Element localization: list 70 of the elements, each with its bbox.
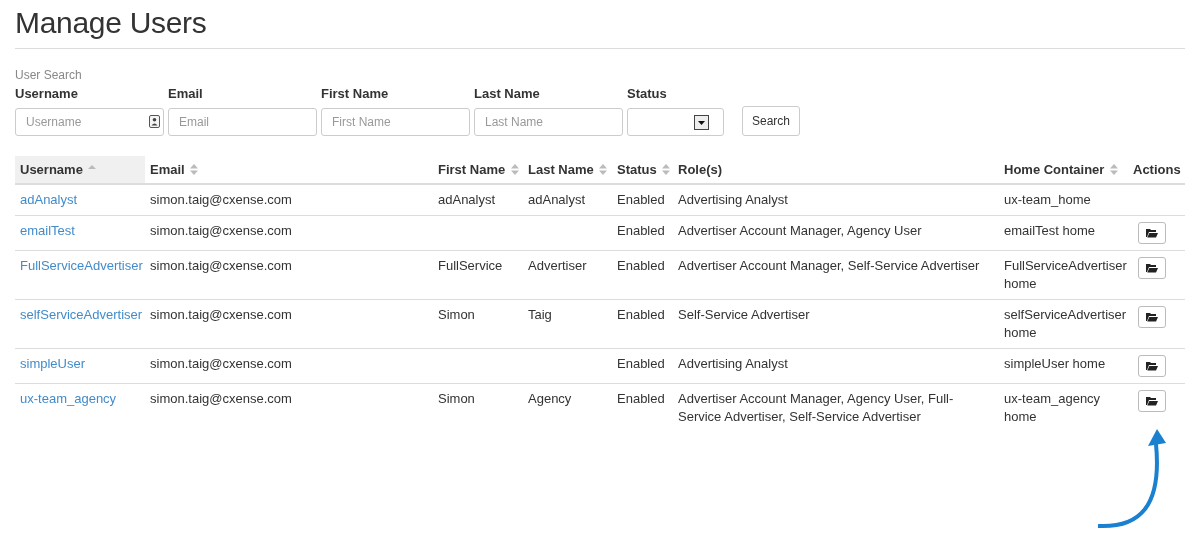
- table-cell: FullServiceAdvertiser home: [1004, 258, 1127, 291]
- table-cell: simon.taig@cxense.com: [150, 192, 292, 207]
- username-link[interactable]: selfServiceAdvertiser: [20, 307, 143, 322]
- username-link[interactable]: adAnalyst: [20, 192, 78, 207]
- table-cell: Enabled: [617, 307, 665, 322]
- table-cell: Advertiser Account Manager, Self-Service Advertiser: [678, 258, 980, 273]
- table-cell: ux-team_home: [1004, 192, 1091, 207]
- contact-card-icon: [149, 115, 160, 128]
- table-cell: simon.taig@cxense.com: [150, 307, 292, 322]
- table-cell: Advertiser Account Manager, Agency User, Full-Service Advertiser, Self-Service Advertiser: [678, 391, 954, 424]
- table-cell: Self-Service Advertiser: [678, 307, 810, 322]
- column-header[interactable]: Home Container: [999, 156, 1128, 184]
- table-cell: Simon: [438, 391, 475, 406]
- table-cell: Advertising Analyst: [678, 192, 788, 207]
- folder-icon: [1146, 228, 1158, 238]
- column-header[interactable]: Actions: [1128, 156, 1185, 184]
- field-label: Last Name: [474, 86, 541, 101]
- username-link[interactable]: simpleUser: [20, 356, 85, 371]
- table-cell: adAnalyst: [528, 192, 586, 207]
- folder-icon: [1146, 263, 1158, 273]
- table-cell: Simon: [438, 307, 475, 322]
- table-cell: selfServiceAdvertiser home: [1004, 307, 1127, 340]
- table-cell: Enabled: [617, 258, 665, 273]
- table-cell: simon.taig@cxense.com: [150, 391, 292, 406]
- table-cell: Agency: [528, 391, 572, 406]
- section-heading: User Search: [15, 68, 83, 82]
- username-link[interactable]: FullServiceAdvertiser: [20, 258, 143, 273]
- input-field[interactable]: Last Name: [474, 108, 623, 136]
- table-cell: emailTest home: [1004, 223, 1096, 238]
- table-cell: Enabled: [617, 192, 665, 207]
- column-header[interactable]: Email: [145, 156, 433, 184]
- open-folder-button[interactable]: [1138, 257, 1166, 279]
- field-label: Email: [168, 86, 204, 101]
- column-header[interactable]: Status: [612, 156, 673, 184]
- table-cell: simon.taig@cxense.com: [150, 356, 292, 371]
- table-cell: Enabled: [617, 356, 665, 371]
- table-cell: Enabled: [617, 223, 665, 238]
- folder-icon: [1146, 312, 1158, 322]
- username-link[interactable]: emailTest: [20, 223, 75, 238]
- input-field[interactable]: First Name: [321, 108, 470, 136]
- table-cell: ux-team_agency home: [1004, 391, 1101, 424]
- table-cell: adAnalyst: [438, 192, 496, 207]
- status-dropdown[interactable]: [627, 108, 724, 136]
- folder-icon: [1146, 396, 1158, 406]
- table-cell: Taig: [528, 307, 552, 322]
- open-folder-button[interactable]: [1138, 222, 1166, 244]
- field-label: First Name: [321, 86, 390, 101]
- table-cell: Advertiser Account Manager, Agency User: [678, 223, 922, 238]
- input-field[interactable]: Username: [15, 108, 164, 136]
- field-label: Status: [627, 86, 668, 101]
- column-header[interactable]: Role(s): [673, 156, 999, 184]
- username-link[interactable]: ux-team_agency: [20, 391, 117, 406]
- table-cell: simpleUser home: [1004, 356, 1106, 371]
- table-cell: FullService: [438, 258, 503, 273]
- table-cell: Advertiser: [528, 258, 587, 273]
- open-folder-button[interactable]: [1138, 390, 1166, 412]
- table-cell: simon.taig@cxense.com: [150, 258, 292, 273]
- column-header[interactable]: First Name: [433, 156, 523, 184]
- folder-icon: [1146, 361, 1158, 371]
- column-header[interactable]: Last Name: [523, 156, 612, 184]
- open-folder-button[interactable]: [1138, 355, 1166, 377]
- search-button[interactable]: Search: [742, 106, 801, 136]
- field-label: Username: [15, 86, 79, 101]
- open-folder-button[interactable]: [1138, 306, 1166, 328]
- column-header[interactable]: Username: [15, 156, 145, 184]
- page-title: Manage Users: [15, 6, 1185, 49]
- input-field[interactable]: Email: [168, 108, 317, 136]
- table-cell: Advertising Analyst: [678, 356, 788, 371]
- table-cell: simon.taig@cxense.com: [150, 223, 292, 238]
- table-cell: Enabled: [617, 391, 665, 406]
